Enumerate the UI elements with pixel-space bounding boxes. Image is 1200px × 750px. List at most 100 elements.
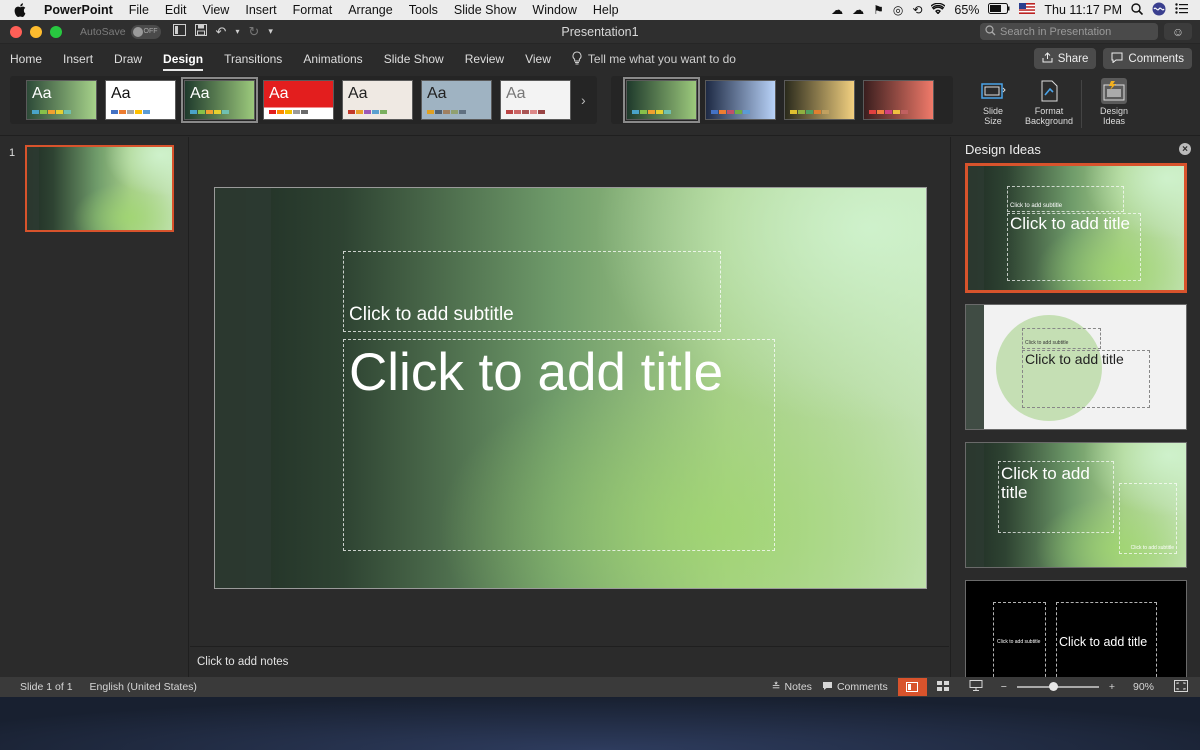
variant-thumbnail-selected[interactable] [623, 77, 700, 123]
theme-thumbnail-selected[interactable]: Aa [181, 77, 258, 123]
theme-thumbnail[interactable]: Aa [342, 80, 413, 120]
feedback-smiley-icon[interactable]: ☺ [1164, 23, 1192, 40]
subtitle-placeholder[interactable]: Click to add subtitle [343, 251, 721, 332]
battery-icon[interactable] [988, 3, 1010, 17]
variant-thumbnail[interactable] [863, 80, 934, 120]
theme-glyph: Aa [427, 85, 447, 102]
theme-thumbnail[interactable]: Aa [263, 80, 334, 120]
idea-2-title-placeholder: Click to add title [1022, 350, 1150, 408]
theme-color-bars [506, 110, 545, 114]
autosave-toggle[interactable]: OFF [130, 24, 161, 39]
idea-1-title-placeholder: Click to add title [1007, 213, 1141, 281]
save-icon[interactable] [194, 24, 207, 39]
icloud-icon[interactable]: ☁ [852, 3, 864, 17]
menu-arrange[interactable]: Arrange [340, 0, 400, 20]
reading-view-icon[interactable] [969, 680, 983, 694]
title-placeholder[interactable]: Click to add title [343, 339, 775, 551]
theme-thumbnail[interactable]: Aa [500, 80, 571, 120]
slide-thumbnail[interactable] [25, 145, 174, 232]
design-idea-3[interactable]: Click to add title Click to add subtitle [965, 442, 1187, 568]
comments-toggle-button[interactable]: Comments [822, 681, 888, 694]
siri-icon[interactable] [1152, 2, 1166, 19]
tab-slide-show[interactable]: Slide Show [384, 46, 444, 72]
close-window-button[interactable] [10, 25, 22, 38]
zoom-slider[interactable] [1016, 682, 1099, 691]
customize-toolbar-icon[interactable]: ▾ [268, 26, 273, 37]
variant-thumbnail[interactable] [784, 80, 855, 120]
idea-1-subtitle-placeholder: Click to add subtitle [1007, 186, 1124, 212]
redo-icon[interactable]: ↻ [248, 24, 259, 40]
notes-icon: ≛ [771, 681, 781, 693]
menu-file[interactable]: File [121, 0, 157, 20]
close-pane-icon[interactable]: × [1179, 143, 1191, 155]
theme-thumbnail[interactable]: Aa [421, 80, 492, 120]
theme-thumbnail[interactable]: Aa [26, 80, 97, 120]
tab-animations[interactable]: Animations [303, 46, 362, 72]
design-idea-1[interactable]: Click to add subtitle Click to add title [965, 163, 1187, 293]
minimize-window-button[interactable] [30, 25, 42, 38]
design-idea-2[interactable]: Click to add subtitle Click to add title [965, 304, 1187, 430]
dashlane-icon[interactable]: ◎ [893, 3, 903, 17]
menu-slide-show[interactable]: Slide Show [446, 0, 525, 20]
share-button[interactable]: Share [1033, 48, 1097, 69]
menu-view[interactable]: View [194, 0, 237, 20]
variant-color-bars [632, 110, 671, 114]
design-idea-4[interactable]: Click to add subtitle Click to add title [965, 580, 1187, 677]
apple-menu-icon[interactable] [0, 3, 40, 17]
search-in-presentation-input[interactable]: Search in Presentation [980, 23, 1158, 40]
undo-icon[interactable]: ↶ [216, 24, 227, 40]
zoom-level[interactable]: 90% [1133, 681, 1154, 693]
current-slide[interactable]: Click to add subtitle Click to add title [214, 187, 927, 589]
wifi-icon[interactable] [930, 2, 946, 17]
themes-more-chevron-icon[interactable]: › [581, 92, 586, 108]
menu-insert[interactable]: Insert [237, 0, 284, 20]
menu-format[interactable]: Format [285, 0, 341, 20]
variant-thumbnail[interactable] [705, 80, 776, 120]
notes-toggle-button[interactable]: ≛ Notes [772, 681, 812, 693]
zoom-out-button[interactable]: − [1001, 681, 1007, 693]
input-source-flag-icon[interactable] [1019, 3, 1036, 17]
zoom-slider-knob[interactable] [1048, 682, 1058, 691]
tab-home[interactable]: Home [10, 46, 42, 72]
tab-design[interactable]: Design [163, 46, 204, 72]
notification-center-icon[interactable] [1175, 3, 1188, 17]
slide-size-button[interactable]: Slide Size [965, 74, 1021, 126]
tab-draw[interactable]: Draw [114, 46, 142, 72]
zoom-in-button[interactable]: + [1109, 681, 1115, 693]
notes-placeholder: Click to add notes [197, 656, 289, 668]
tab-transitions[interactable]: Transitions [224, 46, 282, 72]
comments-button[interactable]: Comments [1103, 48, 1192, 69]
creative-cloud-icon[interactable]: ☁ [831, 3, 843, 17]
menu-edit[interactable]: Edit [157, 0, 195, 20]
theme-glyph: Aa [32, 85, 52, 102]
maximize-window-button[interactable] [50, 25, 62, 38]
timemachine-icon[interactable]: ⟲ [912, 3, 922, 17]
spotlight-search-icon[interactable] [1131, 2, 1144, 18]
slide-sorter-view-icon[interactable] [936, 680, 949, 694]
tab-insert[interactable]: Insert [63, 46, 93, 72]
menu-clock[interactable]: Thu 11:17 PM [1044, 3, 1122, 17]
menu-tools[interactable]: Tools [401, 0, 446, 20]
notes-pane[interactable]: Click to add notes [190, 646, 949, 677]
idea-1-title-text: Click to add title [1010, 214, 1130, 233]
tab-view[interactable]: View [525, 46, 551, 72]
tell-me-box[interactable]: Tell me what you want to do [572, 50, 736, 68]
desktop-background [0, 697, 1200, 750]
undo-dropdown-icon[interactable]: ▾ [235, 27, 239, 36]
autosave-control[interactable]: AutoSave OFF [80, 24, 161, 39]
menu-window[interactable]: Window [524, 0, 584, 20]
theme-thumbnail[interactable]: Aa [105, 80, 176, 120]
fit-to-window-icon[interactable] [1174, 679, 1188, 695]
menu-help[interactable]: Help [585, 0, 627, 20]
menu-app-name[interactable]: PowerPoint [40, 0, 121, 20]
flag-icon[interactable]: ⚑ [873, 3, 884, 17]
slide-thumbnails-panel: 1 [0, 137, 189, 677]
tab-review[interactable]: Review [465, 46, 504, 72]
format-background-button[interactable]: Format Background [1021, 74, 1077, 126]
design-ideas-button[interactable]: Design Ideas [1086, 74, 1142, 126]
sidebar-toggle-icon[interactable] [172, 24, 186, 39]
comment-icon [822, 681, 833, 694]
ribbon-right-buttons: Share Comments [1033, 48, 1192, 69]
language-indicator[interactable]: English (United States) [90, 681, 197, 693]
normal-view-button[interactable] [897, 678, 927, 696]
